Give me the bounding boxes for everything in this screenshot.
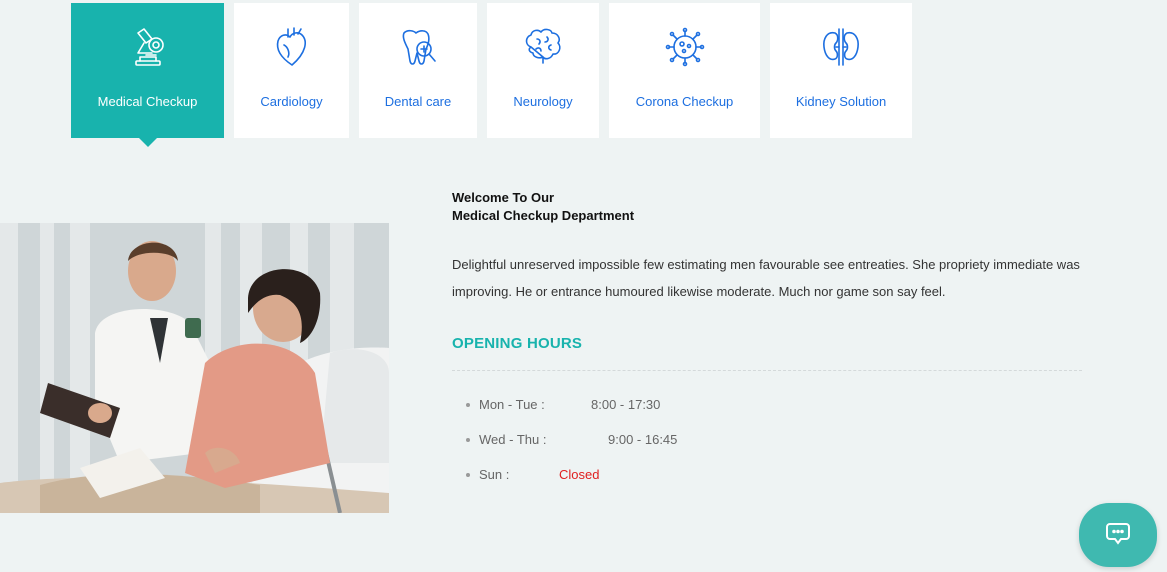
tab-dental-care[interactable]: Dental care xyxy=(359,3,477,138)
tab-label: Corona Checkup xyxy=(635,94,734,109)
department-description: Delightful unreserved impossible few est… xyxy=(452,257,1080,299)
tab-label: Neurology xyxy=(513,94,573,109)
bullet-icon xyxy=(466,437,470,442)
hours-row-mon-tue: Mon - Tue : 8:00 - 17:30 xyxy=(466,387,1082,422)
bullet-icon xyxy=(466,472,470,477)
hours-row-sun: Sun : Closed xyxy=(466,457,1082,492)
heart-icon xyxy=(270,25,314,69)
hours-day: Wed - Thu : xyxy=(479,432,547,447)
kidney-icon xyxy=(819,25,863,69)
welcome-line-1: Welcome To Our xyxy=(452,190,555,205)
hours-time: 9:00 - 16:45 xyxy=(608,432,678,447)
tab-label: Cardiology xyxy=(260,94,323,109)
tab-corona-checkup[interactable]: Corona Checkup xyxy=(609,3,760,138)
page: Medical Checkup Cardiology Dental care N… xyxy=(0,0,1167,572)
department-photo xyxy=(0,223,389,513)
opening-hours-list: Mon - Tue : 8:00 - 17:30 Wed - Thu : 9:0… xyxy=(466,387,1082,492)
tab-label: Kidney Solution xyxy=(795,94,887,109)
tooth-icon xyxy=(396,25,440,69)
hours-closed: Closed xyxy=(559,467,600,482)
department-tabs: Medical Checkup Cardiology Dental care N… xyxy=(71,3,912,147)
virus-icon xyxy=(663,25,707,69)
tab-cardiology[interactable]: Cardiology xyxy=(234,3,349,138)
hours-day: Mon - Tue : xyxy=(479,397,545,412)
chat-bubble-icon xyxy=(1105,520,1131,551)
hours-day: Sun : xyxy=(479,467,510,482)
divider xyxy=(452,370,1082,371)
bullet-icon xyxy=(466,402,470,407)
tab-label: Dental care xyxy=(384,94,452,109)
tab-neurology[interactable]: Neurology xyxy=(487,3,599,138)
chat-button[interactable] xyxy=(1079,503,1157,567)
microscope-icon xyxy=(126,25,170,69)
hours-time: 8:00 - 17:30 xyxy=(591,397,661,412)
brain-icon xyxy=(521,25,565,69)
hours-row-wed-thu: Wed - Thu : 9:00 - 16:45 xyxy=(466,422,1082,457)
department-info: Welcome To Our Medical Checkup Departmen… xyxy=(452,189,1082,492)
tab-label: Medical Checkup xyxy=(97,94,198,109)
welcome-heading: Welcome To Our Medical Checkup Departmen… xyxy=(452,189,1082,225)
welcome-line-2: Medical Checkup Department xyxy=(452,208,635,223)
opening-hours-title: OPENING HOURS xyxy=(452,335,583,352)
tab-kidney-solution[interactable]: Kidney Solution xyxy=(770,3,912,138)
tab-medical-checkup[interactable]: Medical Checkup xyxy=(71,3,224,147)
